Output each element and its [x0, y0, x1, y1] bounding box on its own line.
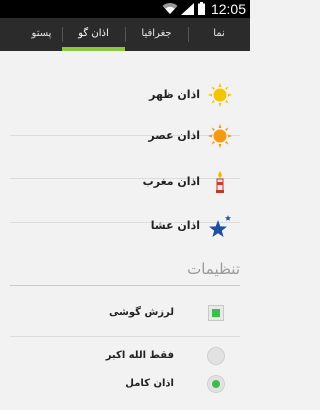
- divider: [10, 336, 240, 337]
- battery-icon: [198, 2, 205, 15]
- azan-item[interactable]: اذان مغرب: [0, 160, 250, 204]
- radio-dot: [212, 380, 220, 388]
- status-bar: 12:05: [0, 0, 250, 18]
- sun-icon: [208, 83, 232, 107]
- tab-1[interactable]: اذان گو: [62, 18, 125, 51]
- checkbox-check: [212, 309, 220, 317]
- sun-orange-icon: [208, 124, 232, 148]
- azan-item[interactable]: اذان ظهر: [0, 73, 250, 117]
- radio-button[interactable]: [207, 347, 225, 365]
- status-time: 12:05: [210, 1, 246, 17]
- azan-item[interactable]: اذان عشا: [0, 204, 250, 248]
- signal-icon: [181, 3, 194, 15]
- wifi-icon: [162, 3, 178, 15]
- tab-label: پستو: [31, 28, 52, 39]
- azan-label: اذان ظهر: [149, 88, 200, 101]
- section-divider: [10, 285, 240, 286]
- tab-3[interactable]: نما: [188, 18, 250, 51]
- azan-item[interactable]: اذان عصر: [0, 114, 250, 158]
- azan-label: اذان مغرب: [142, 175, 200, 188]
- settings-title: تنظیمات: [187, 260, 240, 278]
- vibrate-label: لرزش گوشی: [108, 307, 174, 318]
- azan-content: اذان ظهر اذان عصر اذان مغرب اذان عشا تنظ…: [0, 51, 250, 410]
- tab-label: اذان گو: [78, 28, 109, 39]
- candle-icon: [216, 171, 224, 193]
- tab-label: جغرافیا: [141, 28, 172, 39]
- tab-2[interactable]: جغرافیا: [125, 18, 188, 51]
- tab-bar: پستو اذان گو جغرافیا نما: [0, 18, 250, 51]
- radio-option[interactable]: اذان کامل: [0, 367, 250, 401]
- vibrate-setting[interactable]: لرزش گوشی: [0, 296, 250, 330]
- azan-label: اذان عشا: [150, 219, 200, 232]
- radio-button-selected[interactable]: [207, 375, 225, 393]
- tab-label: نما: [213, 28, 225, 39]
- radio-label: اذان کامل: [125, 378, 174, 389]
- vibrate-checkbox[interactable]: [208, 305, 224, 321]
- star-icon: [209, 215, 231, 237]
- azan-label: اذان عصر: [148, 129, 200, 142]
